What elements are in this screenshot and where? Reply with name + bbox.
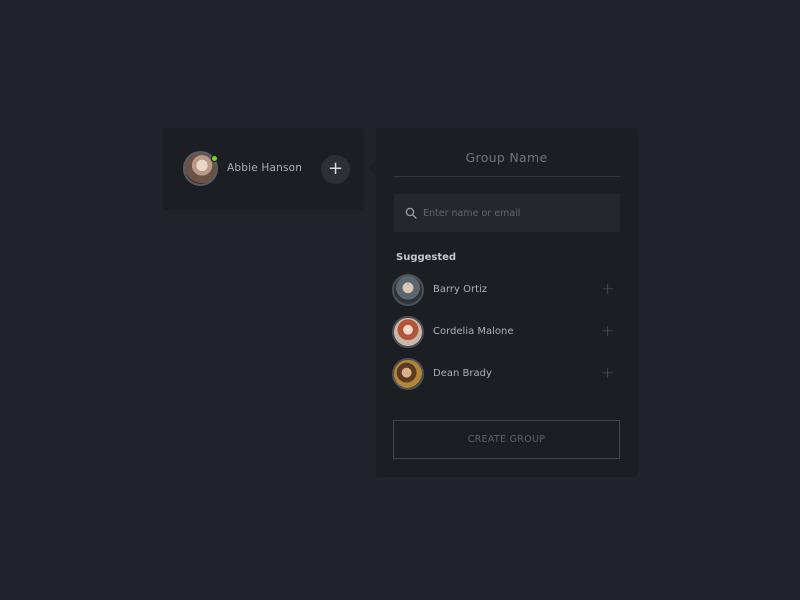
plus-icon: + (601, 321, 615, 340)
list-item: Dean Brady + (392, 358, 622, 400)
add-contact-button[interactable]: + (601, 363, 614, 382)
add-contact-button[interactable]: + (601, 321, 614, 340)
contact-name: Barry Ortiz (433, 284, 488, 295)
suggested-list: Barry Ortiz + Cordelia Malone + Dean Bra… (392, 274, 622, 400)
list-item: Cordelia Malone + (392, 316, 622, 358)
group-name-field[interactable]: Group Name (393, 150, 620, 177)
plus-icon: + (327, 158, 344, 179)
contact-name: Dean Brady (433, 368, 492, 379)
search-icon (405, 207, 417, 219)
avatar (392, 274, 424, 306)
contact-name: Cordelia Malone (433, 326, 514, 337)
add-user-button[interactable]: + (321, 155, 350, 184)
user-card: Abbie Hanson + (163, 128, 364, 210)
plus-icon: + (601, 363, 615, 382)
panel-pointer (369, 161, 376, 175)
list-item: Barry Ortiz + (392, 274, 622, 316)
search-field[interactable] (394, 194, 620, 232)
search-input[interactable] (423, 194, 613, 232)
create-group-button[interactable]: CREATE GROUP (393, 420, 620, 459)
plus-icon: + (601, 279, 615, 298)
avatar (392, 316, 424, 348)
online-status-indicator (211, 155, 218, 162)
avatar (392, 358, 424, 390)
user-name: Abbie Hanson (227, 162, 303, 174)
add-contact-button[interactable]: + (601, 279, 614, 298)
create-group-panel: Group Name Suggested Barry Ortiz + Corde… (369, 128, 638, 477)
suggested-heading: Suggested (396, 252, 457, 263)
